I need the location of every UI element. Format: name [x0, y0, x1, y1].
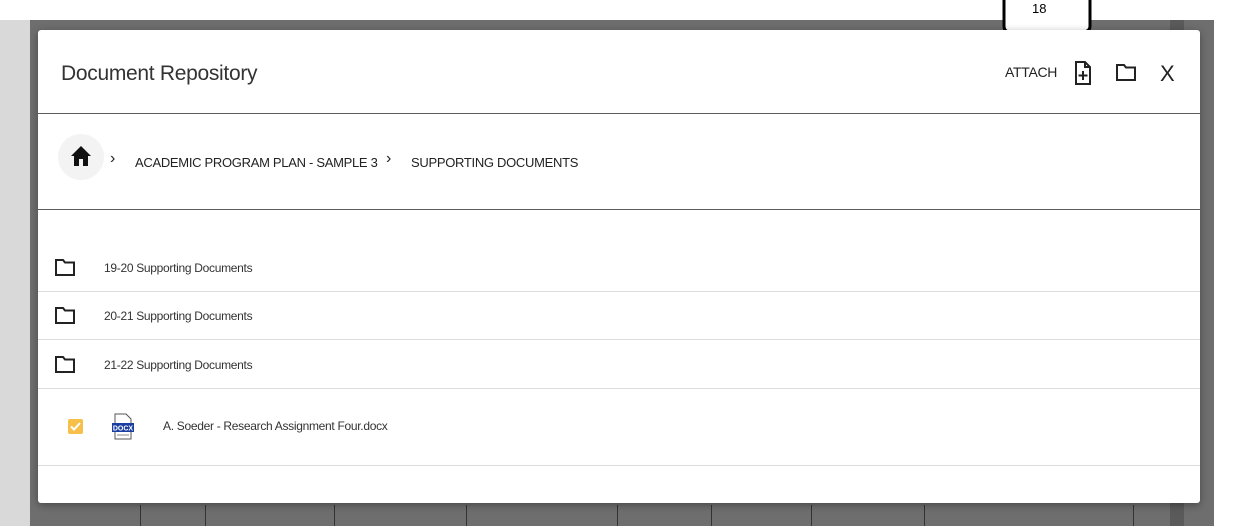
- background-right-margin: [1214, 0, 1254, 526]
- folder-name[interactable]: 19-20 Supporting Documents: [104, 261, 253, 275]
- folder-name[interactable]: 20-21 Supporting Documents: [104, 309, 253, 323]
- background-table-divider: [711, 505, 712, 526]
- home-button[interactable]: [58, 134, 104, 180]
- attach-button[interactable]: ATTACH: [1005, 64, 1057, 80]
- file-row[interactable]: DOCX A. Soeder - Research Assignment Fou…: [38, 389, 1200, 466]
- background-table-divider: [334, 505, 335, 526]
- breadcrumb-item-program[interactable]: ACADEMIC PROGRAM PLAN - SAMPLE 3: [135, 155, 378, 170]
- checkmark-icon: [70, 422, 81, 431]
- breadcrumb: › ACADEMIC PROGRAM PLAN - SAMPLE 3 › SUP…: [38, 114, 1200, 210]
- background-table-divider: [924, 505, 925, 526]
- folder-icon: [55, 356, 75, 373]
- dialog-title: Document Repository: [61, 62, 258, 85]
- background-table-divider: [1133, 505, 1134, 526]
- document-repository-dialog: Document Repository ATTACH X › ACADEMIC …: [38, 30, 1200, 503]
- file-checkbox[interactable]: [68, 419, 83, 434]
- background-table-divider: [617, 505, 618, 526]
- folder-icon: [55, 259, 75, 276]
- add-file-icon[interactable]: [1074, 61, 1092, 85]
- chevron-right-icon: ›: [110, 150, 116, 167]
- step-callout-number: 18: [1032, 1, 1047, 16]
- svg-text:DOCX: DOCX: [113, 426, 134, 433]
- docx-file-icon: DOCX: [112, 413, 134, 440]
- home-icon: [71, 146, 91, 166]
- background-left-strip: [0, 20, 30, 526]
- folder-name[interactable]: 21-22 Supporting Documents: [104, 358, 253, 372]
- folder-row[interactable]: 20-21 Supporting Documents: [38, 292, 1200, 340]
- folder-row[interactable]: 19-20 Supporting Documents: [38, 244, 1200, 292]
- background-table-divider: [466, 505, 467, 526]
- background-table-divider: [140, 505, 141, 526]
- close-button[interactable]: X: [1160, 61, 1175, 87]
- dialog-header: Document Repository ATTACH X: [38, 30, 1200, 114]
- folder-icon: [55, 307, 75, 324]
- folder-row[interactable]: 21-22 Supporting Documents: [38, 340, 1200, 389]
- new-folder-icon[interactable]: [1116, 64, 1136, 81]
- background-table-divider: [811, 505, 812, 526]
- file-name[interactable]: A. Soeder - Research Assignment Four.doc…: [163, 419, 388, 433]
- chevron-right-icon: ›: [386, 150, 392, 167]
- background-table-divider: [205, 505, 206, 526]
- breadcrumb-item-supporting-documents[interactable]: SUPPORTING DOCUMENTS: [411, 155, 578, 170]
